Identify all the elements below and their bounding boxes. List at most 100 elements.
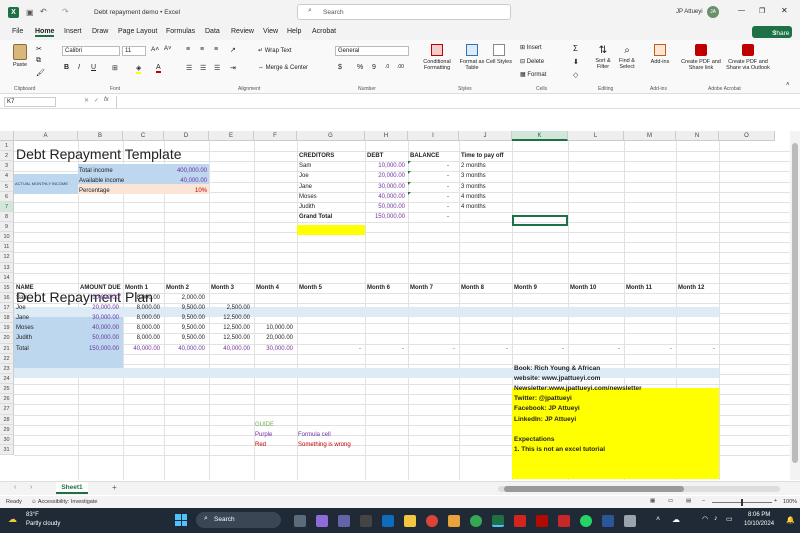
align-left-icon[interactable]: ☰ [186,64,192,72]
wrap-text-button[interactable]: ↵ Wrap Text [258,47,292,54]
tab-home[interactable]: Home [35,28,55,37]
outlook-icon[interactable] [382,515,394,527]
border-icon[interactable]: ⊞ [112,64,118,72]
redo-icon[interactable]: ↷ [62,7,69,16]
creditor-balance[interactable]: - [408,192,449,202]
plan-total-cell[interactable]: 30,000.00 [254,344,293,354]
plan-cell[interactable]: 50,000.00 [78,333,119,343]
sheet-tab-sheet1[interactable]: Sheet1 [56,482,88,494]
autosum-icon[interactable]: Σ [573,44,578,53]
fill-icon[interactable]: ⬇ [573,58,579,66]
row-header-20[interactable]: 20 [0,333,14,344]
copilot-icon[interactable] [316,515,328,527]
plan-total-cell[interactable]: 40,000.00 [123,344,160,354]
row-header-18[interactable]: 18 [0,313,14,324]
row-header-3[interactable]: 3 [0,161,14,172]
format-as-table-button[interactable]: Format as Table [456,44,488,71]
italic-icon[interactable]: I [78,64,80,71]
function-icon[interactable]: fx [104,97,109,103]
create-pdf-outlook-button[interactable]: Create PDF and Share via Outlook [722,44,774,71]
plan-cell[interactable]: 9,500.00 [164,323,205,333]
column-header-h[interactable]: H [365,131,408,141]
row-header-8[interactable]: 8 [0,211,14,223]
show-hidden-icons-icon[interactable]: ˄ [656,516,660,523]
total-income-value[interactable]: 400,000.00 [160,166,207,176]
tab-acrobat[interactable]: Acrobat [312,28,336,35]
currency-icon[interactable]: $ [338,64,342,71]
align-middle-icon[interactable]: ≡ [200,46,204,53]
row-header-16[interactable]: 16 [0,292,14,304]
creditor-balance[interactable]: - [408,171,449,181]
creditor-debt[interactable]: 40,000.00 [365,192,405,202]
plan-total-cell[interactable]: - [512,344,564,354]
plan-total-cell[interactable]: 40,000.00 [164,344,205,354]
plan-total-cell[interactable]: - [568,344,620,354]
cancel-entry-icon[interactable]: ✕ [84,97,89,104]
plan-cell[interactable]: 10,000.00 [78,293,119,303]
find-select-button[interactable]: ⌕ Find & Select [614,44,640,70]
normal-view-icon[interactable]: ▦ [650,498,655,504]
column-header-n[interactable]: N [676,131,719,141]
whatsapp-icon[interactable] [580,515,592,527]
row-header-31[interactable]: 31 [0,444,14,456]
horizontal-scroll-thumb[interactable] [504,486,684,492]
creditor-debt[interactable]: 10,000.00 [365,161,405,171]
row-header-24[interactable]: 24 [0,373,14,385]
horizontal-scrollbar[interactable] [498,486,780,492]
column-header-k[interactable]: K [512,131,568,141]
battery-icon[interactable]: ▭ [726,515,733,523]
notepad-icon[interactable] [624,515,636,527]
column-header-f[interactable]: F [254,131,297,141]
column-header-g[interactable]: G [297,131,365,141]
taskbar-search[interactable]: ⌕ Search [196,512,281,528]
creditor-balance[interactable]: - [408,161,449,171]
creditor-debt[interactable]: 30,000.00 [365,182,405,192]
column-header-d[interactable]: D [164,131,209,141]
plan-cell[interactable]: 9,500.00 [164,313,205,323]
file-explorer-icon[interactable] [404,515,416,527]
row-header-9[interactable]: 9 [0,222,14,233]
fill-color-icon[interactable]: ◈ [136,64,142,74]
share-button[interactable]: ⇪ Share [752,26,792,38]
camera-icon[interactable] [360,515,372,527]
font-color-icon[interactable]: A [156,64,161,73]
format-painter-icon[interactable]: 🖌 [36,69,45,77]
pdf-app-icon[interactable] [558,515,570,527]
plan-cell[interactable]: 8,000.00 [123,333,160,343]
row-header-2[interactable]: 2 [0,151,14,162]
search-box[interactable]: ⌕ Search [297,4,511,20]
sheet-next-icon[interactable]: › [30,484,32,491]
creditor-debt[interactable]: 50,000.00 [365,202,405,212]
align-bottom-icon[interactable]: ≡ [214,46,218,53]
word-icon[interactable] [602,515,614,527]
column-header-m[interactable]: M [624,131,676,141]
column-header-c[interactable]: C [123,131,164,141]
autosave-icon[interactable]: ▣ [26,8,34,17]
selected-cell[interactable] [512,215,568,226]
row-header-11[interactable]: 11 [0,242,14,253]
restore-icon[interactable]: ❐ [759,7,765,15]
plan-cell[interactable]: 2,000.00 [164,293,205,303]
plan-cell[interactable]: 8,000.00 [123,323,160,333]
tab-review[interactable]: Review [231,28,254,35]
row-header-29[interactable]: 29 [0,424,14,435]
close-icon[interactable]: ✕ [781,6,788,15]
plan-total-cell[interactable]: - [365,344,404,354]
chrome-icon[interactable] [426,515,438,527]
acrobat-reader-icon[interactable] [536,515,548,527]
tab-insert[interactable]: Insert [64,28,82,35]
row-header-21[interactable]: 21 [0,343,14,354]
acrobat-icon[interactable] [514,515,526,527]
font-name-select[interactable]: Calibri [62,46,120,56]
tab-help[interactable]: Help [287,28,301,35]
name-box[interactable]: K7 [4,97,56,107]
formula-input[interactable] [116,96,792,108]
row-header-30[interactable]: 30 [0,434,14,445]
zoom-level[interactable]: 100% [783,499,797,505]
column-header-e[interactable]: E [209,131,254,141]
teams-icon[interactable] [338,515,350,527]
percent-icon[interactable]: % [357,64,363,71]
row-header-5[interactable]: 5 [0,181,14,192]
plan-cell[interactable]: 2,500.00 [209,303,250,313]
row-header-12[interactable]: 12 [0,252,14,263]
